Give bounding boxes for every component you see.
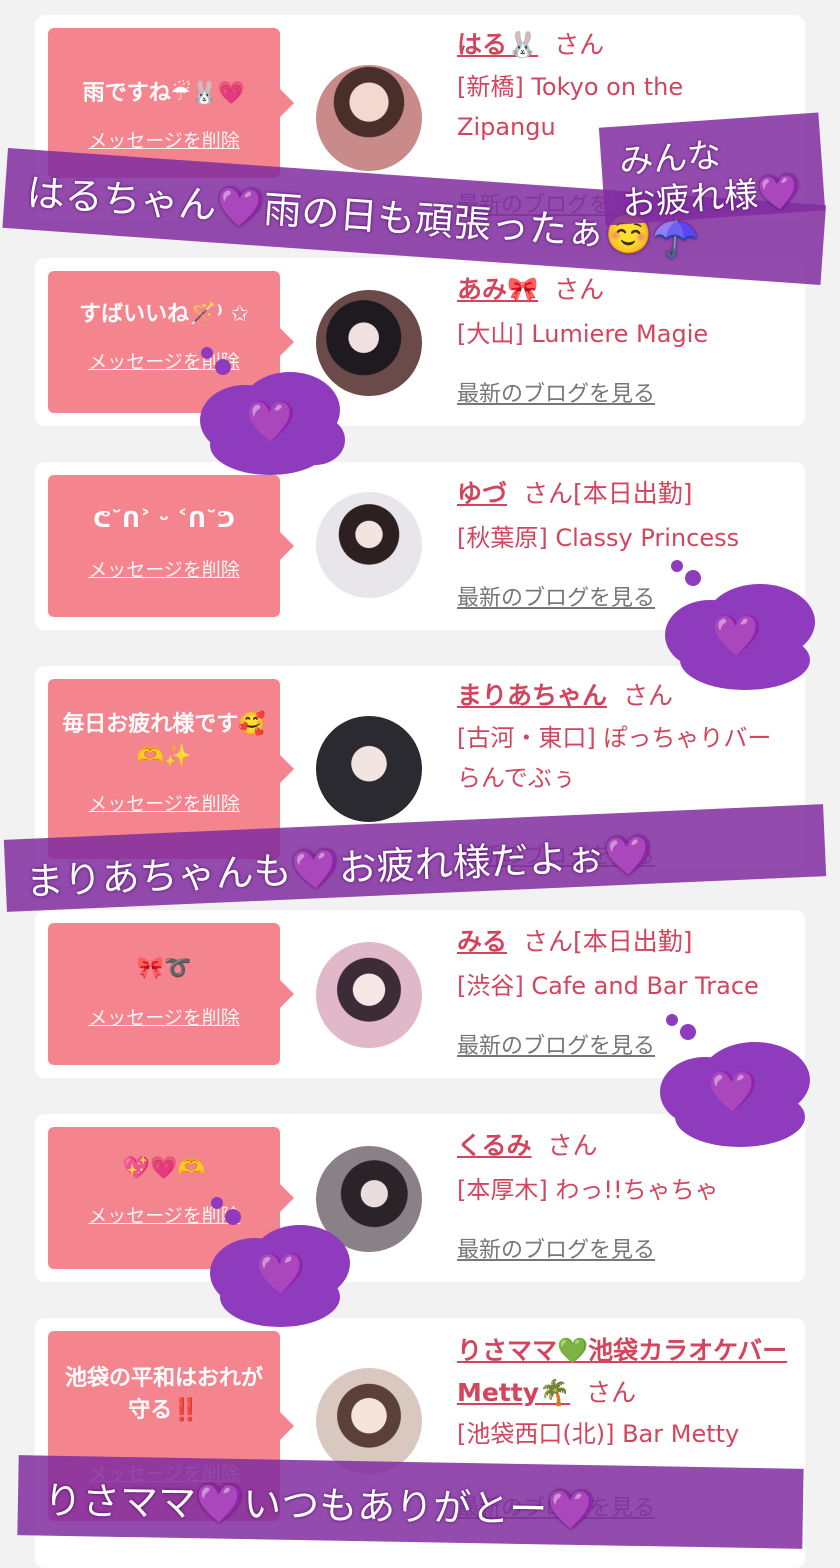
heart-icon: 💜: [256, 1251, 306, 1297]
latest-blog-link[interactable]: 最新のブログを見る: [457, 1232, 655, 1264]
latest-blog-link[interactable]: 最新のブログを見る: [457, 1028, 655, 1060]
cast-name-link[interactable]: まりあちゃん: [457, 681, 607, 710]
avatar[interactable]: [316, 716, 422, 822]
caption-text: りさママ💜いつもありがとー💜: [43, 1478, 595, 1533]
caption-banner: みんな お疲れ様💜: [598, 112, 826, 226]
message-text: 雨ですね☔🐰💗: [82, 81, 246, 106]
cast-name-link[interactable]: あみ🎀: [457, 275, 538, 304]
shop-name: [渋谷] Cafe and Bar Trace: [457, 972, 759, 1000]
heart-icon: 💜: [246, 399, 296, 445]
message-text: すばいいね🪄⁾ ✩: [79, 302, 249, 327]
caption-text: まりあちゃんも💜お疲れ様だよぉ💜: [24, 832, 653, 904]
heart-icon: 💜: [712, 613, 762, 659]
latest-blog-link[interactable]: 最新のブログを見る: [457, 580, 655, 612]
message-text: 池袋の平和はおれが守る‼️: [64, 1366, 263, 1423]
avatar[interactable]: [316, 65, 422, 171]
cast-name-link[interactable]: はる🐰: [457, 30, 538, 59]
cast-info: あみ🎀 さん [大山] Lumiere Magie 最新のブログを見る: [457, 272, 792, 407]
honorific: さん: [523, 479, 574, 508]
shop-name: [本厚木] わっ!!ちゃちゃ: [457, 1176, 719, 1204]
name-row: りさママ💚池袋カラオケバーMetty🌴 さん: [457, 1330, 792, 1414]
avatar[interactable]: [316, 492, 422, 598]
avatar[interactable]: [316, 942, 422, 1048]
delete-message-link[interactable]: メッセージを削除: [48, 555, 280, 582]
name-row: はる🐰 さん: [457, 27, 792, 63]
honorific: さん: [554, 275, 605, 304]
delete-message-link[interactable]: メッセージを削除: [48, 126, 280, 153]
delete-message-link[interactable]: メッセージを削除: [48, 1003, 280, 1030]
message-text: 💖💗🫶: [122, 1156, 206, 1181]
cast-card: すばいいね🪄⁾ ✩ メッセージを削除 あみ🎀 さん [大山] Lumiere Ma…: [35, 258, 805, 426]
cast-name-link[interactable]: みる: [457, 927, 507, 956]
name-row: ゆづ さん[本日出勤]: [457, 476, 792, 512]
cast-info: りさママ💚池袋カラオケバーMetty🌴 さん [池袋西口(北)] Bar Mett…: [457, 1330, 792, 1521]
honorific: さん: [547, 1131, 598, 1160]
on-duty-badge: [本日出勤]: [573, 927, 693, 956]
cast-info: まりあちゃんさん [古河・東口] ぽっちゃりバー らんでぶぅ 最新のブログを見る: [457, 678, 792, 869]
honorific: さん: [523, 927, 574, 956]
caption-banner: りさママ💜いつもありがとー💜: [17, 1455, 804, 1549]
latest-blog-link[interactable]: 最新のブログを見る: [457, 376, 655, 408]
shop-name: [大山] Lumiere Magie: [457, 320, 709, 348]
shop-name: [古河・東口] ぽっちゃりバー らんでぶぅ: [457, 724, 772, 792]
cast-info: みる さん[本日出勤] [渋谷] Cafe and Bar Trace 最新のブロ…: [457, 924, 792, 1059]
avatar[interactable]: [316, 1368, 422, 1474]
message-text: 🎀➰: [136, 956, 192, 981]
honorific: さん: [586, 1378, 637, 1407]
heart-icon: 💜: [708, 1069, 758, 1115]
cast-name-link[interactable]: くるみ: [457, 1131, 532, 1160]
honorific: さん: [554, 30, 605, 59]
message-bubble: 🎀➰ メッセージを削除: [48, 923, 294, 1065]
cast-info: ゆづ さん[本日出勤] [秋葉原] Classy Princess 最新のブログを…: [457, 476, 792, 611]
shop-name: [秋葉原] Classy Princess: [457, 524, 740, 552]
on-duty-badge: [本日出勤]: [573, 479, 693, 508]
delete-message-link[interactable]: メッセージを削除: [48, 789, 280, 816]
message-bubble: ᕦ˘ᑎ˃ ᵕ ˂ᑎ˘ᕤ メッセージを削除: [48, 475, 294, 617]
cast-name-link[interactable]: ゆづ: [457, 479, 507, 508]
name-row: みる さん[本日出勤]: [457, 924, 792, 960]
shop-name: [池袋西口(北)] Bar Metty: [457, 1420, 740, 1448]
message-text: 毎日お疲れ様です🥰🫶✨: [62, 712, 266, 769]
message-text: ᕦ˘ᑎ˃ ᵕ ˂ᑎ˘ᕤ: [93, 508, 235, 533]
